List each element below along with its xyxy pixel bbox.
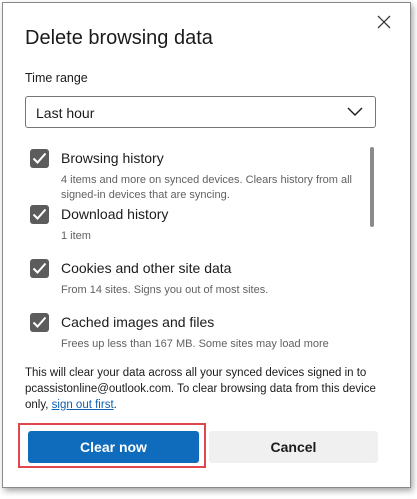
close-button[interactable] [373, 11, 395, 33]
sync-notice: This will clear your data across all you… [25, 365, 385, 413]
download-history-checkbox[interactable] [30, 205, 49, 224]
cancel-button[interactable]: Cancel [209, 431, 378, 463]
item-title: Cached images and files [61, 314, 215, 330]
checkmark-icon [32, 208, 47, 220]
chevron-down-icon [347, 107, 363, 116]
sign-out-link[interactable]: sign out first [52, 399, 114, 411]
time-range-label: Time range [25, 71, 88, 85]
list-scrollbar[interactable] [370, 147, 374, 227]
cookies-checkbox[interactable] [30, 259, 49, 278]
clear-now-button[interactable]: Clear now [28, 431, 199, 463]
item-title: Browsing history [61, 150, 164, 166]
data-types-list[interactable]: Browsing history 4 items and more on syn… [3, 141, 412, 353]
dialog-title: Delete browsing data [25, 27, 213, 49]
browsing-history-checkbox[interactable] [30, 149, 49, 168]
item-title: Cookies and other site data [61, 260, 232, 276]
item-description: Frees up less than 167 MB. Some sites ma… [61, 338, 329, 350]
checkmark-icon [32, 316, 47, 328]
cached-images-checkbox[interactable] [30, 313, 49, 332]
item-description: 4 items and more on synced devices. Clea… [61, 174, 353, 201]
close-icon [377, 15, 391, 29]
time-range-value: Last hour [36, 105, 95, 121]
notice-text-end: . [113, 399, 117, 411]
item-description: From 14 sites. Signs you out of most sit… [61, 284, 269, 296]
checkmark-icon [32, 152, 47, 164]
item-title: Download history [61, 206, 169, 222]
item-description: 1 item [61, 230, 91, 242]
time-range-dropdown[interactable]: Last hour [25, 96, 376, 128]
delete-browsing-data-dialog: Delete browsing data Time range Last hou… [2, 2, 411, 488]
checkmark-icon [32, 262, 47, 274]
